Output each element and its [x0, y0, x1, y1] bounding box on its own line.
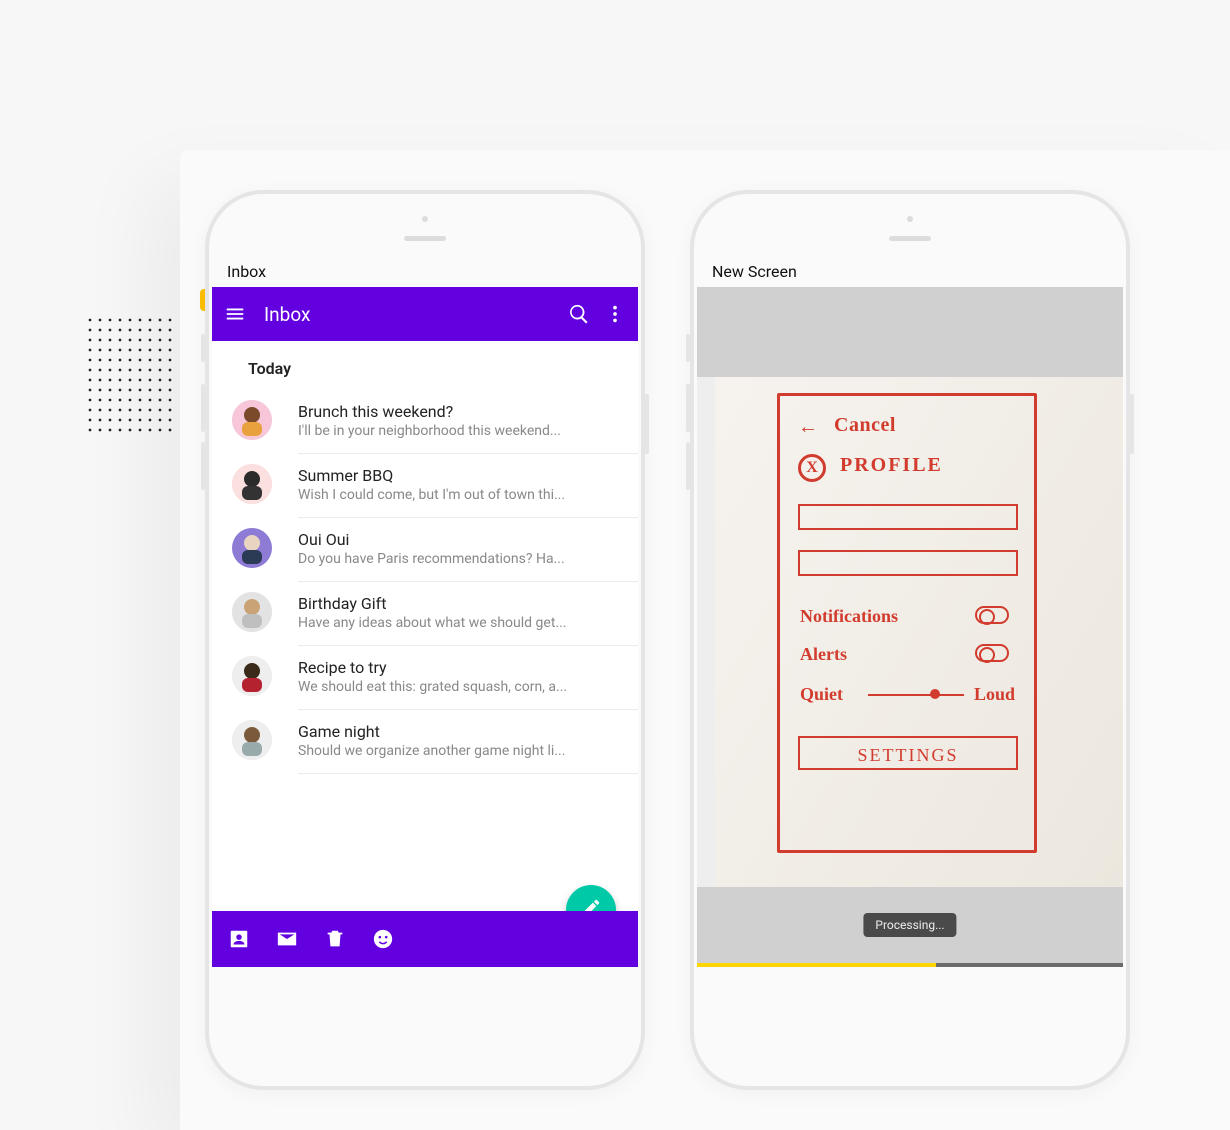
phone-side-button [1130, 394, 1134, 454]
sketch-text-cancel: Cancel [834, 414, 896, 437]
sketch-text-notifications: Notifications [800, 606, 898, 627]
message-snippet: Wish I could come, but I'm out of town t… [298, 487, 624, 503]
message-title: Game night [298, 722, 624, 741]
contact-card-icon[interactable] [228, 928, 250, 950]
message-snippet: Do you have Paris recommendations? Ha... [298, 551, 624, 567]
inbox-app-bar: Inbox [212, 287, 638, 341]
message-title: Brunch this weekend? [298, 402, 624, 421]
message-title: Oui Oui [298, 530, 624, 549]
phone-bezel-top [209, 194, 641, 254]
artboard-label-new-screen[interactable]: New Screen [712, 262, 1126, 281]
back-arrow-icon: ← [798, 416, 818, 439]
inbox-list-item[interactable]: Recipe to try We should eat this: grated… [298, 646, 638, 710]
inbox-list-item[interactable]: Summer BBQ Wish I could come, but I'm ou… [298, 454, 638, 518]
camera-vignette-top [697, 287, 1123, 377]
avatar [232, 464, 272, 504]
emoji-icon[interactable] [372, 928, 394, 950]
decorative-dot-grid [85, 315, 175, 435]
sketch-text-profile: PROFILE [840, 454, 943, 477]
message-snippet: Have any ideas about what we should get.… [298, 615, 624, 631]
paper-sketch-photo: ← Cancel X PROFILE Notifications Alerts … [715, 377, 1123, 887]
close-x-icon: X [798, 454, 826, 482]
phone-side-button [686, 384, 690, 432]
processing-toast: Processing... [863, 913, 956, 937]
trash-icon[interactable] [324, 928, 346, 950]
more-vertical-icon[interactable] [604, 303, 626, 325]
search-icon[interactable] [568, 303, 590, 325]
message-title: Recipe to try [298, 658, 624, 677]
sketch-text-loud: Loud [974, 684, 1015, 705]
sketch-slider-track [868, 694, 964, 696]
message-snippet: I'll be in your neighborhood this weeken… [298, 423, 624, 439]
avatar [232, 656, 272, 696]
sketch-text-alerts: Alerts [800, 644, 847, 665]
inbox-list-item[interactable]: Game night Should we organize another ga… [298, 710, 638, 774]
avatar [232, 528, 272, 568]
sketch-text-field [798, 550, 1018, 576]
artboard-label-inbox[interactable]: Inbox [227, 262, 641, 281]
avatar [232, 592, 272, 632]
phone-side-button [686, 334, 690, 362]
sketch-slider-thumb [930, 689, 940, 699]
sketch-settings-button: SETTINGS [798, 736, 1018, 770]
phone-bezel-top [694, 194, 1126, 254]
inbox-section-header: Today [212, 341, 638, 390]
avatar [232, 400, 272, 440]
sketch-capture-screen: ← Cancel X PROFILE Notifications Alerts … [697, 287, 1123, 967]
phone-side-button [201, 334, 205, 362]
inbox-list-item[interactable]: Oui Oui Do you have Paris recommendation… [298, 518, 638, 582]
phone-mockup-inbox: Inbox Inbox Today Brunch this weekend? I… [205, 190, 645, 1090]
inbox-list-item[interactable]: Birthday Gift Have any ideas about what … [298, 582, 638, 646]
sketch-text-field [798, 504, 1018, 530]
inbox-list-item[interactable]: Brunch this weekend? I'll be in your nei… [298, 390, 638, 454]
hamburger-menu-icon[interactable] [224, 303, 246, 325]
message-snippet: We should eat this: grated squash, corn,… [298, 679, 624, 695]
sketch-toggle-switch [975, 644, 1009, 662]
phone-side-button [686, 442, 690, 490]
progress-bar-fill [697, 963, 936, 967]
phone-side-button [645, 394, 649, 454]
phone-side-button [201, 384, 205, 432]
mail-icon[interactable] [276, 928, 298, 950]
sketch-frame: ← Cancel X PROFILE Notifications Alerts … [777, 393, 1037, 853]
message-title: Birthday Gift [298, 594, 624, 613]
avatar [232, 720, 272, 760]
app-bar-title: Inbox [264, 303, 554, 326]
inbox-message-list: Brunch this weekend? I'll be in your nei… [212, 390, 638, 774]
inbox-screen: Inbox Today Brunch this weekend? I'll be… [212, 287, 638, 967]
message-snippet: Should we organize another game night li… [298, 743, 624, 759]
sketch-text-quiet: Quiet [800, 684, 843, 705]
inbox-bottom-toolbar [212, 911, 638, 967]
message-title: Summer BBQ [298, 466, 624, 485]
phone-mockup-new-screen: New Screen ← Cancel X PROFILE Notificati… [690, 190, 1130, 1090]
phone-side-button [201, 442, 205, 490]
sketch-toggle-switch [975, 606, 1009, 624]
